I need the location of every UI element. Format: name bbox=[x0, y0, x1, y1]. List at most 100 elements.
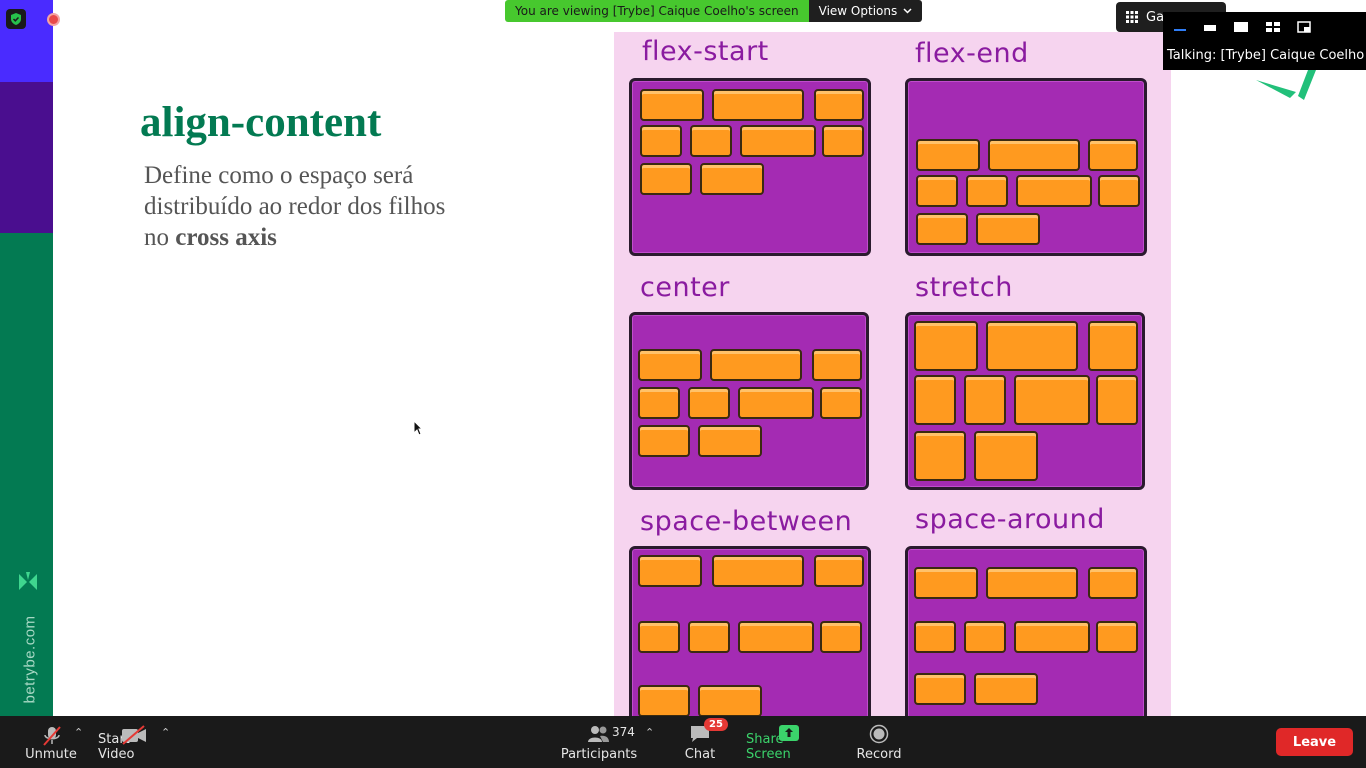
brick bbox=[688, 387, 730, 419]
brick bbox=[820, 387, 862, 419]
meeting-toolbar: Unmute ⌃ Start Video ⌃ 374 Participants … bbox=[0, 716, 1366, 768]
brick bbox=[916, 175, 958, 207]
mouse-cursor-icon bbox=[413, 419, 424, 440]
brick bbox=[1088, 139, 1138, 171]
brick bbox=[964, 621, 1006, 653]
brick bbox=[914, 431, 966, 481]
view-options-button[interactable]: View Options bbox=[808, 0, 923, 22]
brick bbox=[1014, 621, 1090, 653]
chevron-down-icon bbox=[903, 8, 912, 14]
trybe-corner-logo-icon bbox=[1252, 70, 1322, 108]
screen-share-banner: You are viewing [Trybe] Caique Coelho's … bbox=[505, 0, 923, 22]
leave-meeting-button[interactable]: Leave bbox=[1276, 728, 1353, 756]
panel-label-center: center bbox=[640, 272, 730, 303]
gallery-view-label: Ga bbox=[1146, 9, 1165, 25]
brick bbox=[814, 555, 864, 587]
brick bbox=[638, 349, 702, 381]
brick bbox=[814, 89, 864, 121]
strip-layout-icon[interactable] bbox=[1203, 22, 1217, 32]
brick bbox=[698, 425, 762, 457]
brick bbox=[698, 685, 762, 716]
record-label: Record bbox=[856, 747, 902, 762]
brick bbox=[914, 621, 956, 653]
share-screen-icon bbox=[779, 725, 799, 741]
brick bbox=[710, 349, 802, 381]
audio-options-caret-icon[interactable]: ⌃ bbox=[74, 726, 83, 739]
brick bbox=[638, 621, 680, 653]
brick bbox=[688, 621, 730, 653]
record-icon bbox=[869, 724, 889, 744]
panel-label-stretch: stretch bbox=[915, 272, 1013, 303]
panel-label-space-between: space-between bbox=[640, 506, 853, 537]
brick bbox=[690, 125, 732, 157]
share-screen-button[interactable]: Share Screen bbox=[746, 716, 832, 768]
brick bbox=[1088, 567, 1138, 599]
brand-url-text: betrybe.com bbox=[21, 615, 39, 704]
chat-button[interactable]: 25 Chat bbox=[680, 716, 728, 768]
video-off-icon bbox=[122, 725, 146, 745]
panel-box-center bbox=[629, 312, 869, 490]
brick bbox=[914, 673, 966, 705]
brick bbox=[988, 139, 1080, 171]
muted-microphone-icon bbox=[43, 726, 61, 746]
brick bbox=[1098, 175, 1140, 207]
sidebar-purple-block bbox=[0, 82, 53, 233]
brick bbox=[640, 89, 704, 121]
brick bbox=[638, 387, 680, 419]
brick bbox=[914, 321, 978, 371]
brick bbox=[916, 139, 980, 171]
brick bbox=[986, 321, 1078, 371]
gallery-layout-icon[interactable] bbox=[1265, 21, 1281, 33]
brick bbox=[1096, 375, 1138, 425]
brick bbox=[986, 567, 1078, 599]
panel-box-stretch bbox=[905, 312, 1145, 490]
brick bbox=[820, 621, 862, 653]
grid-icon bbox=[1126, 11, 1138, 23]
unmute-label: Unmute bbox=[25, 747, 77, 762]
view-options-label: View Options bbox=[818, 4, 898, 18]
participants-options-caret-icon[interactable]: ⌃ bbox=[645, 726, 654, 739]
record-button[interactable]: Record bbox=[852, 716, 906, 768]
brick bbox=[700, 163, 764, 195]
brick bbox=[914, 375, 956, 425]
brick bbox=[812, 349, 862, 381]
brick bbox=[974, 673, 1038, 705]
brick bbox=[638, 555, 702, 587]
talking-indicator: Talking: [Trybe] Caique Coelho bbox=[1163, 42, 1366, 70]
participants-label: Participants bbox=[560, 747, 638, 762]
brick bbox=[712, 89, 804, 121]
video-options-caret-icon[interactable]: ⌃ bbox=[161, 726, 170, 739]
brick bbox=[1088, 321, 1138, 371]
speaker-layout-icon[interactable] bbox=[1233, 21, 1249, 33]
brick bbox=[638, 685, 690, 716]
minimize-layout-icon[interactable] bbox=[1173, 22, 1187, 32]
participants-count: 374 bbox=[612, 725, 635, 739]
brick bbox=[1014, 375, 1090, 425]
start-video-button[interactable]: Start Video bbox=[98, 716, 170, 768]
viewing-screen-text: You are viewing [Trybe] Caique Coelho's … bbox=[505, 0, 809, 22]
brick bbox=[740, 125, 816, 157]
panel-box-space-between bbox=[629, 546, 871, 716]
brick bbox=[964, 375, 1006, 425]
slide-body-text: Define como o espaço será distribuído ao… bbox=[144, 160, 464, 253]
panel-box-space-around bbox=[905, 546, 1147, 716]
trybe-logo-icon bbox=[16, 570, 40, 598]
brick bbox=[640, 125, 682, 157]
brick bbox=[966, 175, 1008, 207]
participants-button[interactable]: 374 Participants bbox=[560, 716, 638, 768]
brick bbox=[638, 425, 690, 457]
slide-title: align-content bbox=[140, 99, 382, 146]
exit-layout-icon[interactable] bbox=[1297, 21, 1311, 33]
video-layout-strip bbox=[1163, 12, 1366, 42]
unmute-button[interactable]: Unmute bbox=[20, 716, 82, 768]
chat-label: Chat bbox=[684, 747, 716, 762]
brick bbox=[738, 621, 814, 653]
participants-icon bbox=[588, 726, 609, 742]
panel-box-flex-end bbox=[905, 78, 1147, 256]
brick bbox=[916, 213, 968, 245]
brick bbox=[914, 567, 978, 599]
panel-box-flex-start bbox=[629, 78, 871, 256]
chat-unread-badge: 25 bbox=[704, 718, 728, 731]
panel-label-flex-start: flex-start bbox=[642, 36, 769, 67]
shield-icon[interactable] bbox=[6, 9, 26, 29]
